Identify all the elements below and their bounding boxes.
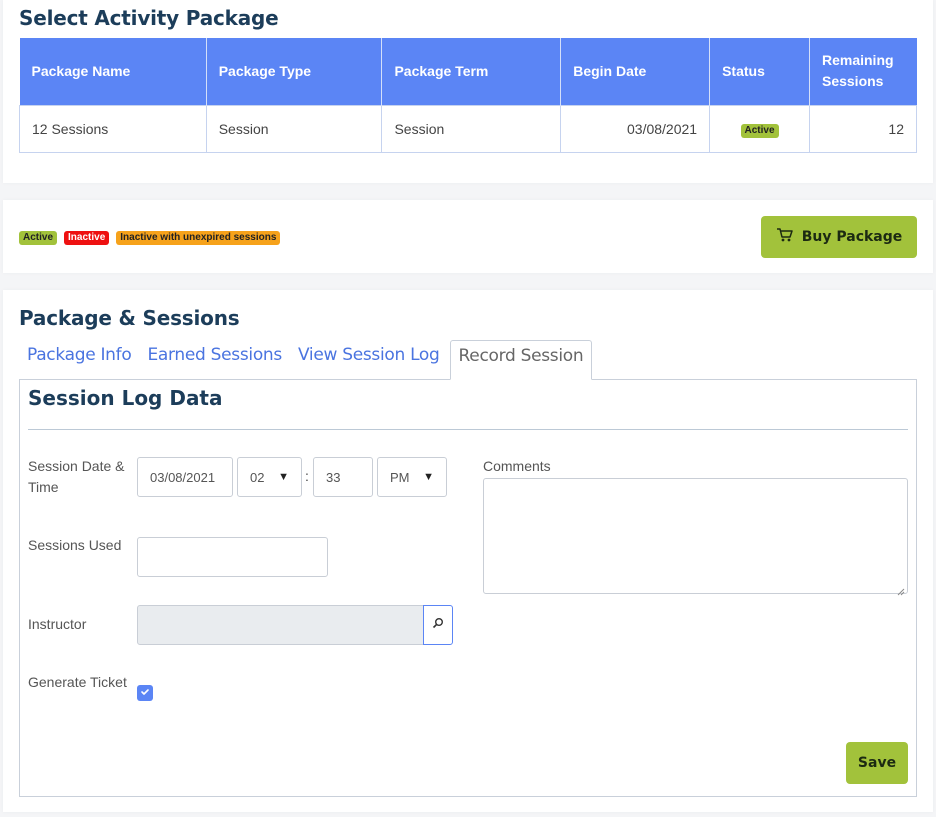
legend-unexpired-badge: Inactive with unexpired sessions	[116, 231, 281, 245]
package-table: Package Name Package Type Package Term B…	[19, 38, 918, 153]
cell-package-name: 12 Sessions	[19, 104, 207, 153]
buy-package-button[interactable]: Buy Package	[761, 216, 917, 258]
tab-package-info[interactable]: Package Info	[19, 340, 139, 380]
select-package-card: Select Activity Package Package Name Pac…	[3, 0, 933, 183]
session-date-label: Session Date & Time	[28, 458, 125, 495]
session-date-input[interactable]: 03/08/2021	[137, 457, 233, 497]
cell-package-type: Session	[205, 104, 383, 153]
cell-package-term: Session	[381, 104, 562, 153]
resize-handle-icon[interactable]	[897, 583, 905, 596]
col-status[interactable]: Status	[709, 38, 810, 105]
chevron-down-icon: ▼	[278, 471, 289, 483]
sessions-used-label: Sessions Used	[28, 537, 122, 553]
status-legend: Active Inactive Inactive with unexpired …	[19, 231, 281, 245]
tab-record-session[interactable]: Record Session	[449, 340, 593, 380]
comments-label: Comments	[483, 458, 551, 474]
status-badge: Active	[740, 123, 779, 138]
hour-select[interactable]: 02 ▼	[237, 457, 302, 497]
chevron-down-icon: ▼	[423, 471, 434, 483]
cell-begin-date: 03/08/2021	[560, 104, 711, 153]
buy-package-label: Buy Package	[801, 229, 903, 245]
legend-card: Active Inactive Inactive with unexpired …	[3, 200, 933, 273]
session-log-title: Session Log Data	[28, 386, 223, 410]
tab-bar: Package Info Earned Sessions View Sessio…	[19, 340, 593, 380]
generate-ticket-checkbox[interactable]	[137, 685, 153, 701]
comments-textarea[interactable]	[483, 478, 908, 596]
divider	[28, 429, 908, 430]
checkmark-icon	[140, 684, 150, 702]
col-package-term[interactable]: Package Term	[381, 38, 562, 105]
tab-earned-sessions[interactable]: Earned Sessions	[139, 340, 290, 380]
table-row[interactable]: 12 Sessions Session Session 03/08/2021 A…	[19, 104, 918, 153]
package-sessions-title: Package & Sessions	[19, 306, 240, 330]
cell-remaining-sessions: 12	[808, 104, 918, 153]
col-package-type[interactable]: Package Type	[206, 38, 383, 105]
legend-active-badge: Active	[19, 231, 58, 245]
minute-input[interactable]: 33	[313, 457, 373, 497]
col-remaining-sessions[interactable]: Remaining Sessions	[809, 38, 917, 105]
instructor-label: Instructor	[28, 616, 87, 632]
session-date-value: 03/08/2021	[150, 469, 216, 485]
instructor-search-button[interactable]	[423, 605, 453, 645]
cart-icon	[776, 227, 794, 247]
ampm-select[interactable]: PM ▼	[377, 457, 447, 497]
table-header-row: Package Name Package Type Package Term B…	[19, 38, 917, 105]
minute-value: 33	[326, 469, 341, 485]
instructor-input[interactable]	[137, 605, 424, 645]
ampm-value: PM	[390, 469, 410, 485]
legend-inactive-badge: Inactive	[64, 231, 110, 245]
record-session-panel: Session Log Data Session Date & Time 03/…	[19, 379, 917, 797]
cell-status: Active	[709, 104, 810, 153]
select-package-title: Select Activity Package	[19, 6, 279, 30]
hour-value: 02	[250, 469, 265, 485]
col-begin-date[interactable]: Begin Date	[560, 38, 711, 105]
sessions-used-input[interactable]	[137, 537, 328, 577]
package-sessions-card: Package & Sessions Package Info Earned S…	[3, 290, 933, 812]
tab-view-session-log[interactable]: View Session Log	[290, 340, 448, 380]
save-button[interactable]: Save	[846, 742, 908, 784]
search-icon	[432, 616, 444, 634]
generate-ticket-label: Generate Ticket	[28, 674, 127, 690]
time-separator: :	[305, 468, 309, 484]
col-package-name[interactable]: Package Name	[19, 38, 207, 105]
